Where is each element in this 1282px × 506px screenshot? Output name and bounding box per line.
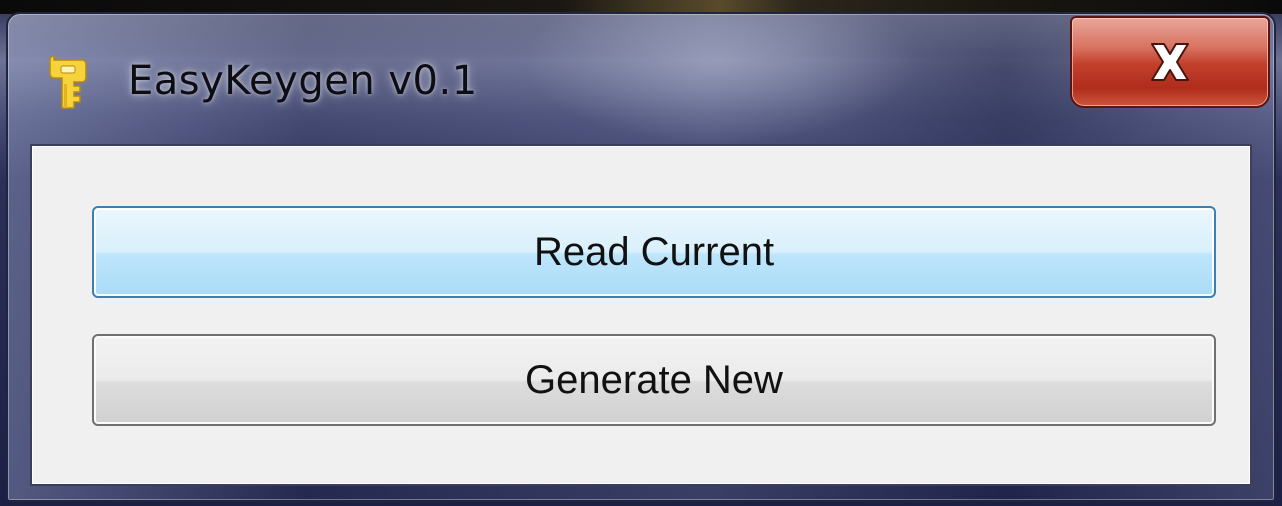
app-window: EasyKeygen v0.1 Read Current Generate Ne…	[6, 12, 1276, 502]
read-current-button[interactable]: Read Current	[92, 206, 1216, 298]
client-area: Read Current Generate New	[30, 144, 1252, 486]
close-icon	[1151, 43, 1189, 81]
window-title: EasyKeygen v0.1	[128, 58, 478, 104]
desktop-background: EasyKeygen v0.1 Read Current Generate Ne…	[0, 0, 1282, 506]
generate-new-button[interactable]: Generate New	[92, 334, 1216, 426]
close-button[interactable]	[1070, 16, 1270, 108]
key-icon	[49, 56, 87, 109]
